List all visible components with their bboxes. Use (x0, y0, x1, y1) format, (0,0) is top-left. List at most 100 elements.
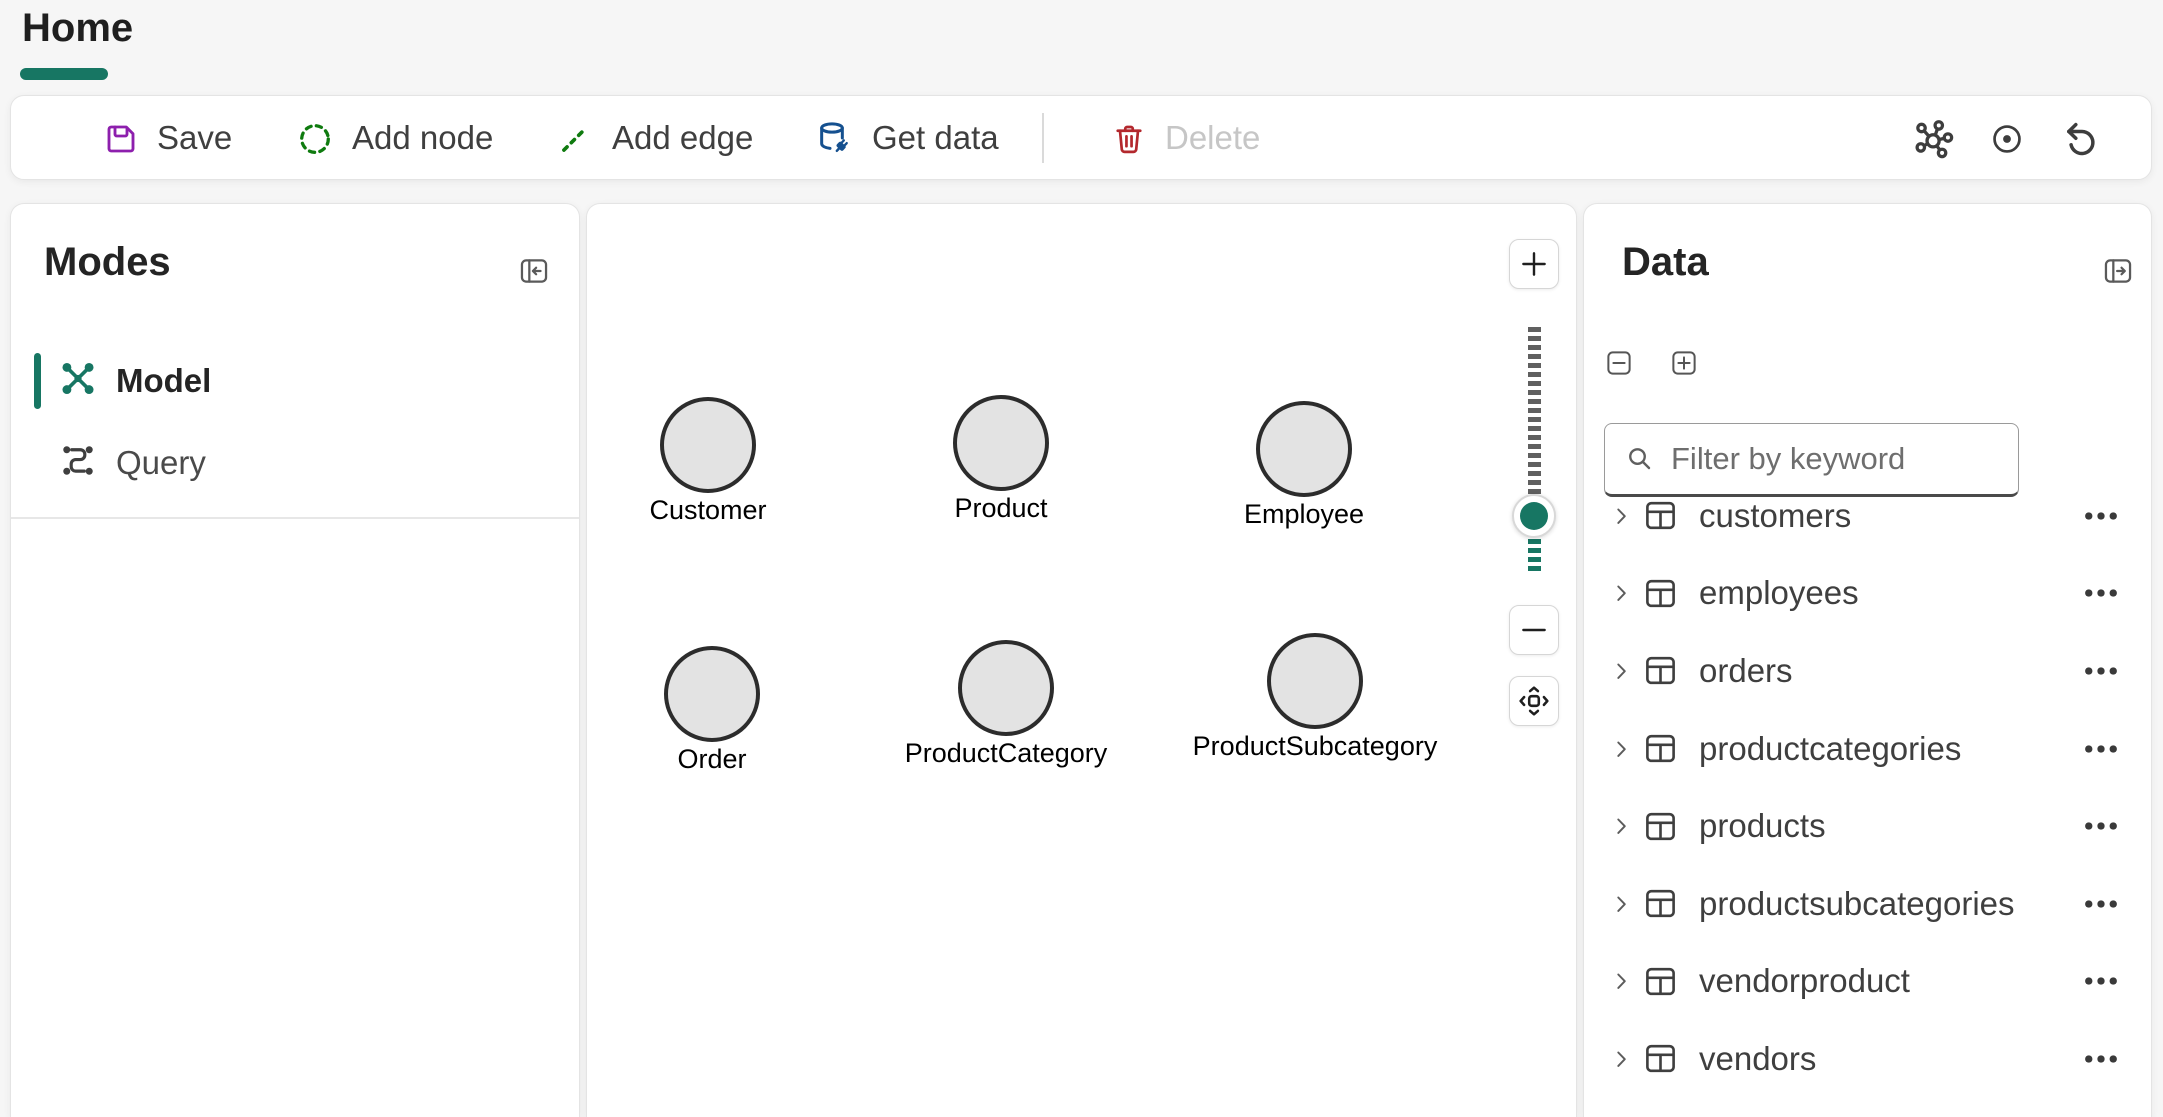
graph-hub-icon (1912, 117, 1956, 161)
model-network-icon (59, 360, 97, 398)
table-icon (1642, 575, 1679, 612)
zoom-slider-track[interactable] (1528, 327, 1541, 494)
table-row-productsubcategories[interactable]: productsubcategories (1584, 865, 2151, 943)
sidebar-item-model-label: Model (116, 362, 211, 400)
more-options-button[interactable] (2081, 1046, 2121, 1072)
add-node-button[interactable]: Add node (296, 96, 493, 181)
table-row-employees[interactable]: employees (1584, 555, 2151, 633)
filter-keyword-input[interactable] (1669, 440, 2004, 478)
delete-button[interactable]: Delete (1111, 96, 1260, 181)
table-icon (1642, 885, 1679, 922)
sidebar-item-query[interactable]: Query (11, 427, 579, 499)
more-dots-icon (2081, 891, 2121, 917)
undo-button[interactable] (2053, 96, 2107, 181)
more-options-button[interactable] (2081, 736, 2121, 762)
chevron-right-icon[interactable] (1608, 813, 1634, 839)
get-data-button[interactable]: Get data (814, 96, 999, 181)
circle-dot-icon (1989, 121, 2025, 157)
collapse-panel-left-icon (517, 254, 551, 288)
table-icon (1642, 808, 1679, 845)
dashed-circle-icon (296, 120, 334, 158)
table-name: productsubcategories (1699, 885, 2015, 923)
table-row-vendors[interactable]: vendors (1584, 1020, 2151, 1098)
table-icon (1642, 730, 1679, 767)
chevron-right-icon[interactable] (1608, 736, 1634, 762)
table-row-vendorproduct[interactable]: vendorproduct (1584, 943, 2151, 1021)
save-label: Save (157, 119, 232, 157)
more-dots-icon (2081, 968, 2121, 994)
graph-node-order[interactable] (664, 646, 760, 742)
chevron-right-icon[interactable] (1608, 968, 1634, 994)
plus-icon (1517, 247, 1551, 281)
add-edge-button[interactable]: Add edge (556, 96, 753, 181)
table-icon (1642, 1040, 1679, 1077)
graph-node-customer[interactable] (660, 397, 756, 493)
zoom-slider-track-active[interactable] (1528, 539, 1541, 573)
graph-node-label: ProductSubcategory (1135, 731, 1495, 762)
delete-label: Delete (1165, 119, 1260, 157)
search-icon (1625, 444, 1655, 474)
zoom-slider-thumb[interactable] (1512, 494, 1556, 538)
get-data-label: Get data (872, 119, 999, 157)
modes-panel-divider (11, 517, 579, 519)
graph-canvas[interactable]: Customer Product Employee Order ProductC… (586, 203, 1577, 1117)
collapse-data-panel-button[interactable] (2101, 254, 2135, 288)
fit-view-button[interactable] (1509, 676, 1559, 726)
expand-all-button[interactable] (1669, 348, 1699, 378)
table-name: productcategories (1699, 730, 1961, 768)
layout-graph-button[interactable] (1907, 96, 1961, 181)
table-row-customers[interactable]: customers (1584, 477, 2151, 555)
center-view-button[interactable] (1980, 96, 2034, 181)
more-options-button[interactable] (2081, 580, 2121, 606)
chevron-right-icon[interactable] (1608, 658, 1634, 684)
tab-home[interactable]: Home (22, 6, 133, 51)
plus-square-icon (1669, 347, 1699, 379)
table-row-orders[interactable]: orders (1584, 632, 2151, 710)
chevron-right-icon[interactable] (1608, 1046, 1634, 1072)
app-window: Home Save Add node Add edge (0, 0, 2163, 1117)
chevron-right-icon[interactable] (1608, 503, 1634, 529)
chevron-right-icon[interactable] (1608, 891, 1634, 917)
zoom-in-button[interactable] (1509, 239, 1559, 289)
more-dots-icon (2081, 736, 2121, 762)
pan-arrows-icon (1516, 683, 1552, 719)
tab-home-active-indicator (20, 68, 108, 80)
more-dots-icon (2081, 1046, 2121, 1072)
table-row-products[interactable]: products (1584, 787, 2151, 865)
save-button[interactable]: Save (103, 96, 232, 181)
data-panel-title: Data (1622, 240, 1709, 285)
database-plug-icon (814, 119, 854, 159)
toolbar: Save Add node Add edge (10, 95, 2152, 180)
graph-node-productsubcategory[interactable] (1267, 633, 1363, 729)
table-name: orders (1699, 652, 1793, 690)
collapse-all-button[interactable] (1604, 348, 1634, 378)
chevron-right-icon[interactable] (1608, 580, 1634, 606)
zoom-out-button[interactable] (1509, 605, 1559, 655)
collapse-modes-panel-button[interactable] (517, 254, 551, 288)
table-name: customers (1699, 497, 1851, 535)
sidebar-item-model[interactable]: Model (11, 345, 579, 417)
table-icon (1642, 652, 1679, 689)
undo-icon (2059, 118, 2101, 160)
more-options-button[interactable] (2081, 813, 2121, 839)
more-options-button[interactable] (2081, 658, 2121, 684)
table-list: customers employees (1584, 477, 2151, 1098)
more-options-button[interactable] (2081, 891, 2121, 917)
minus-icon (1517, 613, 1551, 647)
table-name: vendorproduct (1699, 962, 1910, 1000)
more-options-button[interactable] (2081, 503, 2121, 529)
more-options-button[interactable] (2081, 968, 2121, 994)
table-name: employees (1699, 574, 1859, 612)
more-dots-icon (2081, 658, 2121, 684)
data-panel: Data custome (1583, 203, 2152, 1117)
more-dots-icon (2081, 503, 2121, 529)
table-row-productcategories[interactable]: productcategories (1584, 710, 2151, 788)
collapse-panel-right-icon (2101, 254, 2135, 288)
graph-node-productcategory[interactable] (958, 640, 1054, 736)
graph-node-product[interactable] (953, 395, 1049, 491)
minus-square-icon (1604, 347, 1634, 379)
graph-node-employee[interactable] (1256, 401, 1352, 497)
add-edge-label: Add edge (612, 119, 753, 157)
sidebar-item-query-label: Query (116, 444, 206, 482)
trash-icon (1111, 121, 1147, 157)
